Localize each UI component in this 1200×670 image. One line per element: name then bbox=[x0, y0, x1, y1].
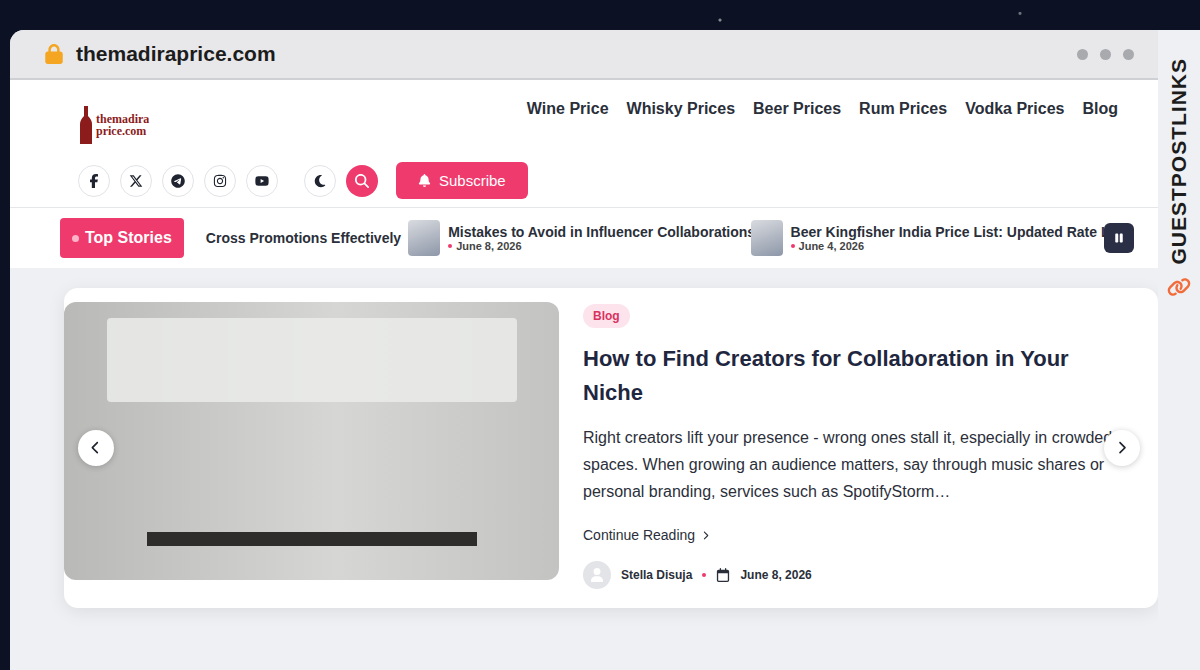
link-icon bbox=[1167, 275, 1191, 299]
url[interactable]: themadiraprice.com bbox=[76, 42, 1065, 66]
post-date: June 8, 2026 bbox=[740, 568, 811, 582]
social-button[interactable] bbox=[204, 165, 236, 197]
ticker-thumbnail bbox=[408, 220, 440, 256]
nav-link[interactable]: Wine Price bbox=[527, 100, 609, 118]
social-button[interactable] bbox=[78, 165, 110, 197]
ticker-title[interactable]: Beer Kingfisher India Price List: Update… bbox=[791, 224, 1082, 240]
window-dot[interactable] bbox=[1123, 49, 1134, 60]
watermark: GUESTPOSTLINKS bbox=[1158, 30, 1200, 670]
x-icon bbox=[129, 174, 143, 188]
ticker-date: June 8, 2026 bbox=[448, 240, 728, 252]
telegram-icon bbox=[171, 174, 185, 188]
address-bar[interactable]: themadiraprice.com bbox=[10, 30, 1158, 80]
wine-bottle-icon bbox=[78, 106, 94, 144]
facebook-icon bbox=[87, 174, 101, 188]
search-button[interactable] bbox=[346, 165, 378, 197]
main-nav: Wine Price Whisky Prices Beer Prices Rum Pr… bbox=[527, 100, 1118, 118]
nav-link[interactable]: Vodka Prices bbox=[965, 100, 1064, 118]
ticker-item[interactable]: Beer Kingfisher India Price List: Update… bbox=[751, 220, 1082, 256]
watermark-text: GUESTPOSTLINKS bbox=[1167, 58, 1191, 265]
nav-link[interactable]: Beer Prices bbox=[753, 100, 841, 118]
page: themadiraprice.com themadiraprice.com Wine… bbox=[0, 0, 1200, 670]
bell-icon bbox=[418, 174, 431, 187]
next-slide-button[interactable] bbox=[1104, 430, 1140, 466]
instagram-icon bbox=[213, 174, 227, 188]
ticker-thumbnail bbox=[751, 220, 783, 256]
site-header: themadiraprice.com Wine Price Whisky Price… bbox=[10, 80, 1158, 207]
continue-reading-link[interactable]: Continue Reading bbox=[583, 527, 1118, 543]
social-button[interactable] bbox=[162, 165, 194, 197]
chevron-left-icon bbox=[89, 441, 102, 454]
ticker-item[interactable]: Mistakes to Avoid in Influencer Collabor… bbox=[408, 220, 728, 256]
window-dot[interactable] bbox=[1100, 49, 1111, 60]
site: themadiraprice.com Wine Price Whisky Price… bbox=[10, 80, 1158, 670]
ticker-item[interactable]: Cross Promotions Effectively bbox=[206, 230, 386, 246]
subscribe-button[interactable]: Subscribe bbox=[396, 162, 528, 199]
user-icon bbox=[590, 568, 604, 582]
header-top: themadiraprice.com Wine Price Whisky Price… bbox=[78, 100, 1118, 144]
youtube-icon bbox=[255, 174, 269, 188]
pause-icon bbox=[1113, 232, 1125, 244]
hero-excerpt: Right creators lift your presence - wron… bbox=[583, 424, 1118, 505]
ticker-title[interactable]: Mistakes to Avoid in Influencer Collabor… bbox=[448, 224, 728, 240]
moon-icon bbox=[313, 174, 327, 188]
hero-body: Blog How to Find Creators for Collaborati… bbox=[583, 302, 1118, 594]
main-content: Blog How to Find Creators for Collaborati… bbox=[10, 268, 1158, 670]
pause-button[interactable] bbox=[1104, 223, 1134, 253]
nav-link[interactable]: Whisky Prices bbox=[627, 100, 736, 118]
window-dot[interactable] bbox=[1077, 49, 1088, 60]
author-name[interactable]: Stella Disuja bbox=[621, 568, 692, 582]
hero-title[interactable]: How to Find Creators for Collaboration i… bbox=[583, 342, 1118, 410]
author-avatar bbox=[583, 561, 611, 589]
logo[interactable]: themadiraprice.com bbox=[78, 100, 149, 144]
ticker-label: Top Stories bbox=[60, 218, 184, 258]
prev-slide-button[interactable] bbox=[78, 430, 114, 466]
post-meta: Stella Disuja June 8, 2026 bbox=[583, 561, 1118, 589]
chevron-right-icon bbox=[1115, 441, 1128, 454]
nav-link[interactable]: Blog bbox=[1082, 100, 1118, 118]
category-badge[interactable]: Blog bbox=[583, 304, 630, 328]
social-button[interactable] bbox=[246, 165, 278, 197]
ticker-date: June 4, 2026 bbox=[791, 240, 1082, 252]
dark-mode-button[interactable] bbox=[304, 165, 336, 197]
chevron-right-icon bbox=[701, 531, 710, 540]
lock-icon bbox=[44, 44, 64, 64]
ticker-title[interactable]: Cross Promotions Effectively bbox=[206, 230, 386, 246]
window-controls bbox=[1077, 49, 1134, 60]
nav-link[interactable]: Rum Prices bbox=[859, 100, 947, 118]
search-icon bbox=[355, 174, 369, 188]
logo-text: themadiraprice.com bbox=[96, 113, 149, 137]
calendar-icon bbox=[716, 568, 730, 582]
hero-slide: Blog How to Find Creators for Collaborati… bbox=[64, 288, 1158, 608]
browser-window: themadiraprice.com themadiraprice.com Wine… bbox=[10, 30, 1158, 670]
top-stories-ticker: Top Stories Cross Promotions Effectively M… bbox=[10, 207, 1158, 268]
hero-image[interactable] bbox=[64, 302, 559, 580]
social-button[interactable] bbox=[120, 165, 152, 197]
tool-row: Subscribe bbox=[78, 162, 1118, 199]
